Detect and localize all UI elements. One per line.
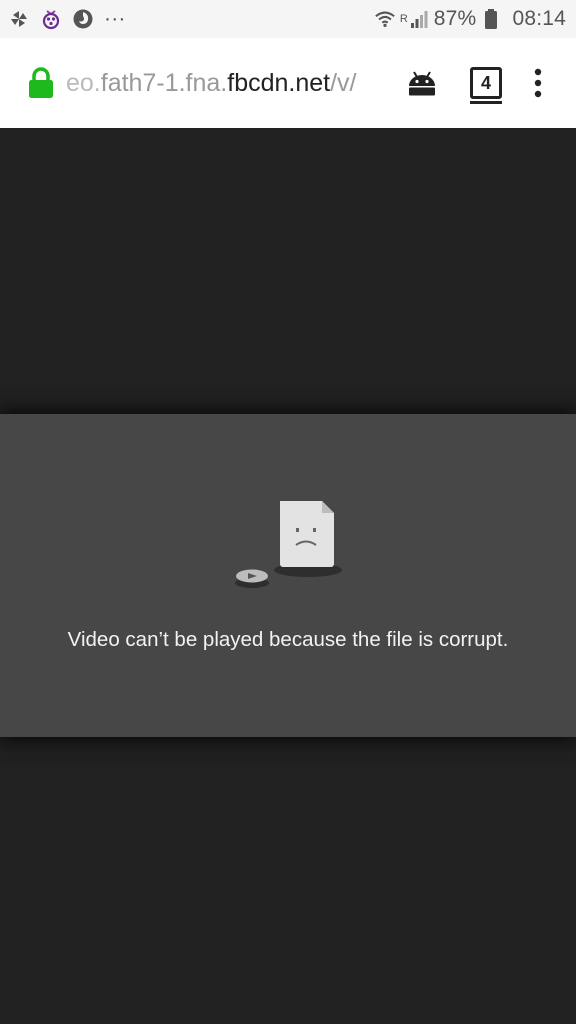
tab-switcher-button[interactable]: 4 bbox=[454, 53, 518, 113]
firefox-icon bbox=[72, 8, 94, 30]
url-field[interactable]: eo.fath7-1.fna.fbcdn.net/v/ bbox=[66, 68, 390, 98]
url-domain: fbcdn.net bbox=[227, 68, 331, 97]
url-path: /v/ bbox=[330, 68, 357, 97]
error-message: Video can’t be played because the file i… bbox=[67, 628, 509, 651]
pinwheel-icon bbox=[8, 8, 30, 30]
toolbar-actions: 4 bbox=[390, 53, 558, 113]
system-icons: R 87% 08:14 bbox=[374, 7, 566, 31]
android-icon[interactable] bbox=[390, 53, 454, 113]
roaming-label: R bbox=[399, 13, 408, 25]
status-bar: ··· R 87% 08:14 bbox=[0, 0, 576, 38]
overflow-menu-icon[interactable] bbox=[518, 53, 558, 113]
video-page: Video can’t be played because the file i… bbox=[0, 128, 576, 1024]
broken-file-icon bbox=[228, 498, 348, 593]
wifi-icon bbox=[374, 8, 396, 30]
url-fade bbox=[360, 68, 390, 98]
url-subdomain: fath7-1.fna. bbox=[100, 68, 228, 97]
more-notifications-icon: ··· bbox=[104, 7, 126, 30]
raspberry-icon bbox=[40, 8, 62, 30]
signal-icon bbox=[408, 8, 430, 30]
url-prefix: eo. bbox=[66, 68, 101, 97]
notification-icons: ··· bbox=[8, 7, 126, 31]
battery-icon bbox=[480, 8, 502, 30]
tab-count: 4 bbox=[470, 67, 502, 104]
clock: 08:14 bbox=[512, 7, 566, 30]
video-player[interactable]: Video can’t be played because the file i… bbox=[0, 414, 576, 737]
browser-toolbar: eo.fath7-1.fna.fbcdn.net/v/ 4 bbox=[0, 38, 576, 128]
lock-icon[interactable] bbox=[26, 65, 56, 101]
battery-percent: 87% bbox=[433, 7, 477, 30]
